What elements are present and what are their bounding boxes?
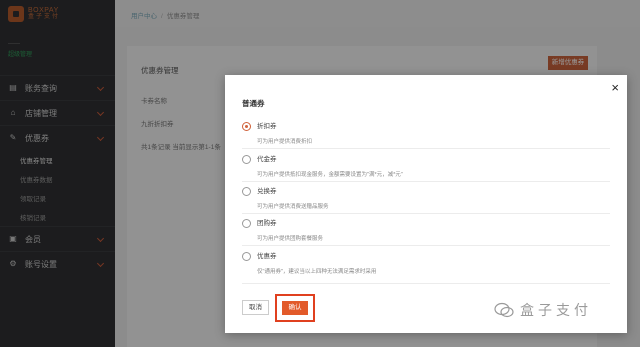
option-desc: 可为用户提供消费送赠品服务 — [257, 204, 329, 210]
option-label: 优惠券 — [257, 253, 277, 260]
divider — [242, 213, 610, 214]
option-desc: 可为用户提供团购套餐服务 — [257, 236, 324, 242]
option-label: 代金券 — [257, 156, 277, 163]
cancel-button[interactable]: 取消 — [242, 300, 269, 315]
option-label: 兑换券 — [257, 188, 277, 195]
option-desc: 可为用户提供抵扣现金服务，金额需要设置为"满*元，减*元" — [257, 172, 403, 178]
confirm-highlight: 确认 — [275, 294, 315, 322]
close-icon[interactable]: × — [611, 81, 619, 94]
coupon-type-modal: × 普通券 折扣券 可为用户提供消费折扣 代金券 可为用户提供抵扣现金服务，金额… — [225, 75, 627, 333]
modal-title: 普通券 — [242, 99, 265, 108]
divider — [242, 283, 610, 284]
divider — [242, 181, 610, 182]
radio-discount[interactable] — [242, 122, 251, 131]
watermark-text: 盒子支付 — [520, 302, 592, 318]
divider — [242, 245, 610, 246]
option-desc: 仅"通用券"，建议当以上四种无法满足需求时采用 — [257, 269, 377, 275]
option-label: 团购券 — [257, 220, 277, 227]
divider — [242, 148, 610, 149]
radio-general[interactable] — [242, 252, 251, 261]
option-label: 折扣券 — [257, 123, 277, 130]
radio-cash[interactable] — [242, 155, 251, 164]
watermark: 盒子支付 — [494, 300, 592, 320]
radio-exchange[interactable] — [242, 187, 251, 196]
option-desc: 可为用户提供消费折扣 — [257, 139, 313, 145]
chat-bubble-icon — [494, 302, 514, 318]
confirm-button[interactable]: 确认 — [282, 301, 308, 315]
radio-group[interactable] — [242, 219, 251, 228]
